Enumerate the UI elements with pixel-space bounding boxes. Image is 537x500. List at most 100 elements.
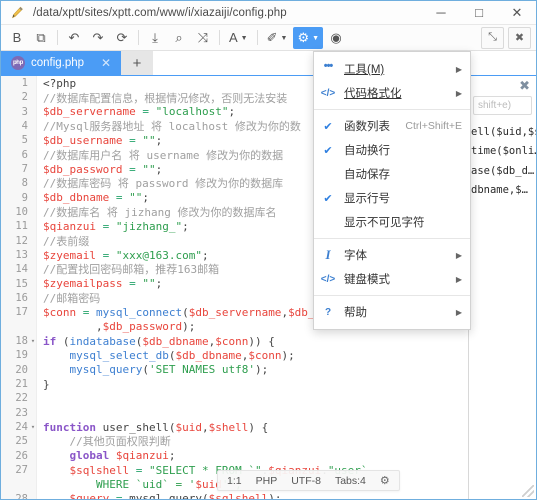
- menu-item-help[interactable]: ? 帮助 ▶: [314, 300, 470, 324]
- function-list-item[interactable]: ell($uid,$s…: [469, 122, 536, 142]
- line-number: 17: [1, 306, 29, 318]
- code-token: ;: [156, 134, 163, 147]
- tab-config-php[interactable]: php config.php ✕: [1, 51, 121, 75]
- code-token: [96, 220, 103, 233]
- code-token: );: [182, 320, 195, 333]
- title-bar: /data/xptt/sites/xptt.com/www/i/xiazaiji…: [1, 1, 536, 25]
- code-text: //配置找回密码邮箱，推荐163邮箱: [37, 261, 219, 277]
- encoding-indicator[interactable]: UTF-8: [291, 475, 321, 487]
- code-line[interactable]: 28 $query = mysql_query($sqlshell);: [1, 492, 468, 499]
- code-token: "": [142, 277, 155, 290]
- redo-button[interactable]: ↷: [87, 27, 109, 49]
- code-token: [142, 464, 149, 477]
- close-icon[interactable]: ✖: [519, 78, 530, 94]
- close-editor-button[interactable]: ✖: [508, 27, 531, 49]
- undo-button[interactable]: ↶: [63, 27, 85, 49]
- new-tab-button[interactable]: +: [121, 51, 153, 75]
- code-token: mysql_select_db: [70, 349, 169, 362]
- code-token: );: [281, 349, 294, 362]
- code-token: //其他页面权限判断: [43, 435, 171, 448]
- code-line[interactable]: 20 mysql_query('SET NAMES utf8');: [1, 363, 468, 377]
- toolbar: ὚B ⧉ ↶ ↷ ⟳ ⤓ ⌕ ⤨ A ▼ ✐ ▼ ⚙ ▼ ◉ ⤡ ✖: [1, 25, 536, 51]
- menu-item-font[interactable]: I 字体 ▶: [314, 243, 470, 267]
- tab-size-indicator[interactable]: Tabs:4: [335, 475, 366, 487]
- function-list-item[interactable]: time($onli…: [469, 142, 536, 162]
- menu-item-tools[interactable]: ••• 工具(M) ▶: [314, 57, 470, 81]
- code-token: WHERE `uid` = ': [43, 478, 195, 491]
- line-number: 5: [1, 134, 29, 146]
- code-token: [149, 105, 156, 118]
- pin-button[interactable]: ⤓: [144, 27, 166, 49]
- resize-grip[interactable]: [522, 485, 534, 497]
- code-line[interactable]: 23: [1, 406, 468, 420]
- line-number: 24: [1, 421, 29, 433]
- code-line[interactable]: 19 mysql_select_db($db_dbname,$conn);: [1, 348, 468, 362]
- language-indicator[interactable]: PHP: [256, 475, 278, 487]
- gear-icon[interactable]: ⚙: [380, 474, 390, 487]
- function-search-input[interactable]: shift+e): [473, 96, 532, 115]
- menu-item-shortcut: Ctrl+Shift+E: [395, 120, 462, 132]
- code-line[interactable]: 21}: [1, 377, 468, 391]
- code-line[interactable]: 26 global $qianzui;: [1, 449, 468, 463]
- italic-icon: I: [320, 247, 336, 263]
- refresh-button[interactable]: ⟳: [111, 27, 133, 49]
- menu-item-show-line-numbers[interactable]: ✔ 显示行号: [314, 186, 470, 210]
- save-as-button[interactable]: ⧉: [30, 27, 52, 49]
- search-button[interactable]: ⌕: [168, 27, 190, 49]
- function-list-item[interactable]: dbname,$…: [469, 181, 536, 201]
- maximize-button[interactable]: □: [460, 1, 498, 25]
- code-token: $sqlshell: [209, 492, 269, 499]
- code-token: $db_username: [43, 134, 122, 147]
- menu-item-auto-save[interactable]: 自动保存: [314, 162, 470, 186]
- line-number: 11: [1, 220, 29, 232]
- code-token: [109, 449, 116, 462]
- code-line[interactable]: 25 //其他页面权限判断: [1, 434, 468, 448]
- code-token: =: [129, 134, 136, 147]
- settings-button[interactable]: ⚙ ▼: [293, 27, 323, 49]
- save-button[interactable]: ὚B: [6, 27, 28, 49]
- code-token: $qianzui: [116, 449, 169, 462]
- code-token: ;: [182, 220, 189, 233]
- code-token: indatabase: [70, 335, 136, 348]
- menu-separator-3: [314, 295, 470, 296]
- code-text: //表前缀: [37, 233, 89, 249]
- theme-button[interactable]: ✐ ▼: [263, 27, 292, 49]
- menu-separator-2: [314, 238, 470, 239]
- code-text: if (indatabase($db_dbname,$conn)) {: [37, 335, 275, 348]
- replace-button[interactable]: ⤨: [192, 27, 214, 49]
- line-number: 12: [1, 235, 29, 247]
- code-line[interactable]: 18 ▾ if (indatabase($db_dbname,$conn)) {: [1, 334, 468, 348]
- function-list[interactable]: ell($uid,$s…time($onli…ase($db_d…dbname,…: [469, 120, 536, 499]
- menu-item-keyboard-mode[interactable]: </> 键盘模式 ▶: [314, 267, 470, 291]
- sep4: [257, 30, 258, 45]
- cursor-position[interactable]: 1:1: [227, 475, 242, 487]
- fullscreen-button[interactable]: ⤡: [481, 27, 504, 49]
- code-line[interactable]: 24 ▾ function user_shell($uid,$shell) {: [1, 420, 468, 434]
- font-button[interactable]: A ▼: [225, 27, 252, 49]
- sep1: [57, 30, 58, 45]
- code-text: $db_servername = "localhost";: [37, 105, 235, 118]
- line-number: 6: [1, 149, 29, 161]
- code-token: "xxx@163.com": [116, 249, 202, 262]
- toolbar-right-group: ⤡ ✖: [478, 27, 532, 49]
- fold-toggle-icon[interactable]: ▾: [29, 423, 37, 431]
- code-line[interactable]: 22: [1, 391, 468, 405]
- tab-close-icon[interactable]: ✕: [99, 56, 113, 70]
- code-token: mysql_connect: [96, 306, 182, 319]
- settings-dropdown-menu[interactable]: ••• 工具(M) ▶ </> 代码格式化 ▶ ✔ 函数列表 Ctrl+Shift+E ✔ 自动换行…: [313, 51, 471, 330]
- minimize-button[interactable]: ─: [422, 1, 460, 25]
- function-list-item[interactable]: ase($db_d…: [469, 161, 536, 181]
- menu-item-label: 字体: [336, 247, 450, 263]
- fold-toggle-icon[interactable]: ▾: [29, 337, 37, 345]
- menu-item-auto-wrap[interactable]: ✔ 自动换行: [314, 138, 470, 162]
- code-token: }: [43, 378, 50, 391]
- close-window-button[interactable]: ✕: [498, 1, 536, 25]
- code-token: [96, 421, 103, 434]
- checkmark-icon: ✔: [320, 144, 336, 157]
- menu-item-code-format[interactable]: </> 代码格式化 ▶: [314, 81, 470, 105]
- menu-item-show-invisibles[interactable]: 显示不可见字符: [314, 210, 470, 234]
- code-text: $zyemail = "xxx@163.com";: [37, 249, 209, 262]
- menu-item-label: 工具(M): [336, 61, 450, 77]
- preview-button[interactable]: ◉: [325, 27, 347, 49]
- menu-item-function-list[interactable]: ✔ 函数列表 Ctrl+Shift+E: [314, 114, 470, 138]
